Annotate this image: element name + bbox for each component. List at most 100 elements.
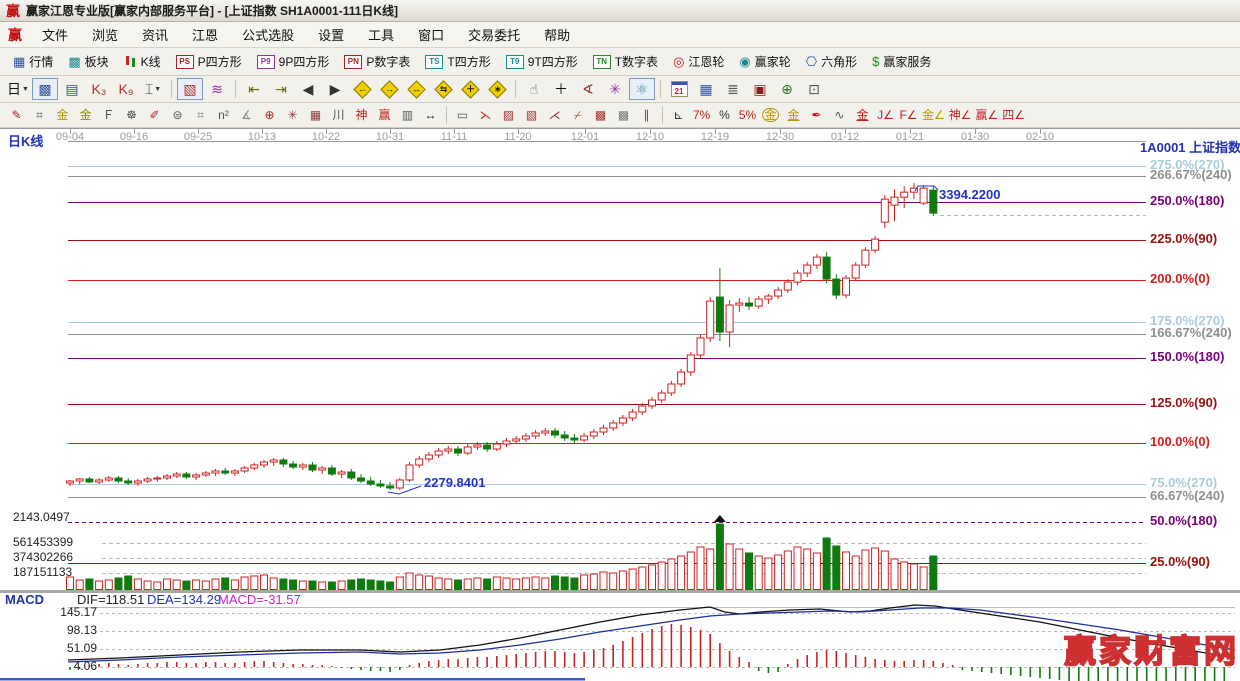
crosshair-tool-button[interactable]: ＋ [548,78,574,100]
9p-square-button[interactable]: P99P四方形 [250,51,337,72]
color-trend-button[interactable]: ≋ [204,78,230,100]
percent-button[interactable]: % [713,105,736,125]
single-candle-button[interactable]: ⌶▼ [140,78,166,100]
fan-box-button[interactable]: ▨ [497,105,520,125]
circle-lines-button[interactable]: ⊜ [166,105,189,125]
angle-a-button[interactable]: ∡ [235,105,258,125]
p-number-table-button[interactable]: PNP数字表 [337,51,417,72]
menu-item-文件[interactable]: 文件 [30,23,80,46]
hexagon-button[interactable]: ⎔六角形 [799,51,864,72]
nav-last-button[interactable]: ⇥ [268,78,294,100]
period-daily-button[interactable]: 日▼ [5,78,31,100]
mini-kline-3-button[interactable]: K₃ [86,78,112,100]
angle-tool-button[interactable]: ∢ [575,78,601,100]
trend-chart-button[interactable]: ▧ [177,78,203,100]
zoom-left-button[interactable]: ← [349,78,375,100]
print-button[interactable]: ⊡ [801,78,827,100]
menu-item-公式选股[interactable]: 公式选股 [230,23,306,46]
gold-red-line-button[interactable]: 金 [851,105,874,125]
f-grid-button[interactable]: Ｆ [97,105,120,125]
ratio-tool-button[interactable]: ⊾ [667,105,690,125]
menu-item-工具[interactable]: 工具 [356,23,406,46]
gold-line-button[interactable]: 金 [782,105,805,125]
dense-grid-2-button[interactable]: ▩ [612,105,635,125]
n2-grid-button[interactable]: n² [212,105,235,125]
winner-wheel-button[interactable]: ◉赢家轮 [732,51,797,72]
angle-gold-button[interactable]: 金∠ [920,105,947,125]
gann-tool-button[interactable]: ✳ [602,78,628,100]
9t-square-button[interactable]: T99T四方形 [499,51,585,72]
hash-grid-button[interactable]: ⌗ [189,105,212,125]
pen-2-button[interactable]: ✐ [143,105,166,125]
kline-layout-button[interactable]: ▩ [32,78,58,100]
quotes-button[interactable]: ▦行情 [6,51,60,72]
toolbar-separator [235,80,236,98]
calculator-button[interactable]: ▦ [693,78,719,100]
gold-circle-button[interactable]: 金 [759,105,782,125]
wave-av-button[interactable]: ∿ [828,105,851,125]
square-web-button[interactable]: ▦ [304,105,327,125]
nav-next-button[interactable]: ▶ [322,78,348,100]
gold-grid-1-button[interactable]: 金 [51,105,74,125]
draw-pen-button[interactable]: ✎ [5,105,28,125]
box-diagonal-button[interactable]: ▧ [520,105,543,125]
triple-slash-button[interactable]: ∥ [635,105,658,125]
menu-item-浏览[interactable]: 浏览 [80,23,130,46]
shen-grid-button[interactable]: 神 [350,105,373,125]
percent-7-button[interactable]: 7% [690,105,713,125]
menu-item-设置[interactable]: 设置 [306,23,356,46]
grid-lines-button[interactable]: ⌗ [28,105,51,125]
nav-prev-button[interactable]: ◀ [295,78,321,100]
menu-item-窗口[interactable]: 窗口 [406,23,456,46]
zoom-shrink-all-button[interactable]: ∗ [484,78,510,100]
p-square-button[interactable]: PSP四方形 [169,51,249,72]
spiral-button[interactable]: ☸ [120,105,143,125]
chuan-lines-button[interactable]: 川 [327,105,350,125]
circle-cross-button[interactable]: ⊕ [258,105,281,125]
angle-j-button[interactable]: J∠ [874,105,897,125]
hand-tool-button[interactable]: ☝ [521,78,547,100]
angle-f-button[interactable]: F∠ [897,105,920,125]
pen-k-button[interactable]: ✒ [805,105,828,125]
ying-grid-button[interactable]: 赢 [373,105,396,125]
gold-red-line-icon: 金 [856,109,868,121]
dense-grid-1-button[interactable]: ▩ [589,105,612,125]
check-lines-button[interactable]: ⌿ [566,105,589,125]
fan-lines-button[interactable]: ⋋ [474,105,497,125]
save-button[interactable]: ▣ [747,78,773,100]
spider-web-icon: ✳ [287,109,297,121]
zoom-expand-all-button[interactable]: ＋ [457,78,483,100]
calendar-button[interactable]: 21 [666,78,692,100]
t-number-table-button[interactable]: TNT数字表 [586,51,665,72]
menu-item-帮助[interactable]: 帮助 [532,23,582,46]
notes-button[interactable]: ≣ [720,78,746,100]
mini-kline-9-button[interactable]: K₉ [113,78,139,100]
spider-web-button[interactable]: ✳ [281,105,304,125]
web-export-button[interactable]: ⊕ [774,78,800,100]
menu-item-江恩[interactable]: 江恩 [180,23,230,46]
t-square-button[interactable]: TST四方形 [418,51,497,72]
info-list-button[interactable]: ▤ [59,78,85,100]
ruler-123-button[interactable]: ▥ [396,105,419,125]
zoom-h-expand-button[interactable]: ↔ [403,78,429,100]
percent-5-button[interactable]: 5% [736,105,759,125]
zoom-h-shrink-button[interactable]: ⇆ [430,78,456,100]
kline-button[interactable]: K线 [117,51,168,72]
menu-item-资讯[interactable]: 资讯 [130,23,180,46]
zoom-right-button[interactable]: → [376,78,402,100]
zoom-expand-all-icon: ＋ [461,80,479,98]
gann-wheel-button[interactable]: ◎江恩轮 [666,51,731,72]
winner-service-button[interactable]: $赢家服务 [865,51,938,72]
sectors-button[interactable]: ▩板块 [61,51,115,72]
angle-shen-button[interactable]: 神∠ [947,105,974,125]
brain-tool-button[interactable]: ⚛ [629,78,655,100]
angle-ying-button[interactable]: 赢∠ [974,105,1001,125]
angle-si-button[interactable]: 四∠ [1000,105,1027,125]
box-tool-button[interactable]: ▭ [451,105,474,125]
nav-first-button[interactable]: ⇤ [241,78,267,100]
chuan-lines-icon: 川 [332,109,344,121]
menu-item-交易委托[interactable]: 交易委托 [456,23,532,46]
gold-grid-2-button[interactable]: 金 [74,105,97,125]
angle-lines-button[interactable]: ⋌ [543,105,566,125]
h-measure-button[interactable]: ↔ [419,105,442,125]
